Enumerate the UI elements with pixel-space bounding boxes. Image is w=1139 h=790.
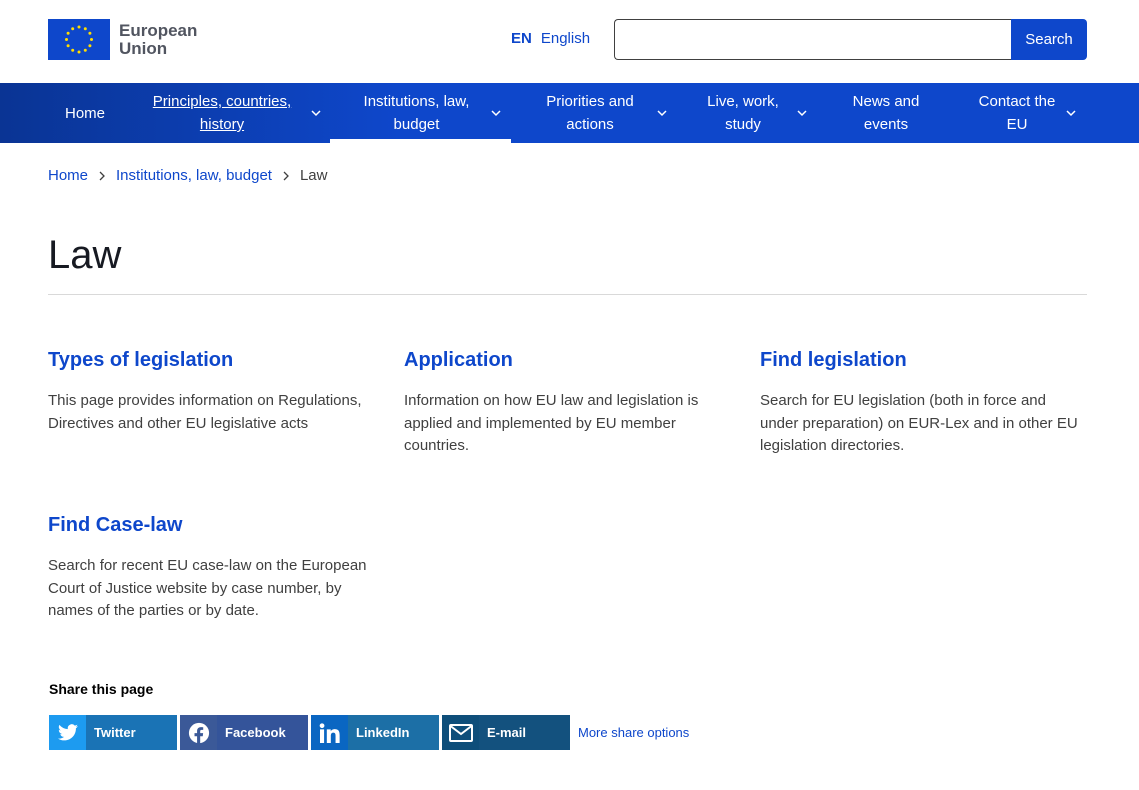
- nav-item-label: Principles, countries, history: [152, 93, 292, 133]
- nav-item-institutions[interactable]: Institutions, law, budget: [330, 83, 511, 143]
- linkedin-icon: [311, 715, 348, 750]
- email-icon: [442, 715, 479, 750]
- search-button[interactable]: Search: [1011, 19, 1087, 60]
- search-input[interactable]: [614, 19, 1011, 60]
- card-find-case-law: Find Case-law Search for recent EU case-…: [48, 513, 373, 623]
- eu-flag-icon: [48, 19, 110, 60]
- nav-item-label: Institutions, law, budget: [363, 93, 470, 133]
- nav-item-label: Live, work, study: [707, 93, 779, 133]
- chevron-down-icon: [797, 110, 807, 117]
- facebook-icon: [180, 715, 217, 750]
- nav-item-news-events[interactable]: News and events: [840, 83, 932, 143]
- card-title-link[interactable]: Application: [404, 348, 714, 372]
- chevron-right-icon: [283, 171, 289, 180]
- breadcrumb-current: Law: [299, 167, 328, 184]
- logo-text: European Union: [119, 20, 198, 58]
- search-box: Search: [614, 19, 1087, 60]
- breadcrumb-home-link[interactable]: Home: [48, 167, 88, 184]
- breadcrumb-institutions-link[interactable]: Institutions, law, budget: [116, 167, 272, 184]
- card-description: Search for EU legislation (both in force…: [760, 392, 1078, 454]
- nav-item-label: Priorities and actions: [546, 93, 634, 133]
- nav-item-live-work-study[interactable]: Live, work, study: [696, 83, 807, 143]
- share-email-button[interactable]: E-mail: [442, 715, 570, 750]
- more-share-options-link[interactable]: More share options: [578, 725, 689, 740]
- card-description: Information on how EU law and legislatio…: [404, 392, 699, 454]
- nav-item-label: News and events: [852, 93, 920, 133]
- card-types-of-legislation: Types of legislation This page provides …: [48, 348, 378, 435]
- card-description: This page provides information on Regula…: [48, 392, 362, 432]
- nav-item-contact[interactable]: Contact the EU: [968, 83, 1076, 143]
- chevron-down-icon: [311, 110, 321, 117]
- share-label: Share this page: [49, 681, 154, 697]
- share-button-label: Twitter: [94, 725, 136, 740]
- chevron-down-icon: [491, 110, 501, 117]
- nav-item-label: Home: [64, 104, 105, 122]
- nav-item-priorities[interactable]: Priorities and actions: [530, 83, 667, 143]
- breadcrumb: Home Institutions, law, budget Law: [48, 167, 327, 184]
- site-header: European Union EN English Search: [0, 0, 1139, 82]
- chevron-down-icon: [1066, 110, 1076, 117]
- eu-logo-link[interactable]: European Union: [48, 19, 197, 60]
- chevron-down-icon: [657, 110, 667, 117]
- share-button-label: Facebook: [225, 725, 286, 740]
- share-button-label: LinkedIn: [356, 725, 410, 740]
- card-title-link[interactable]: Find Case-law: [48, 513, 373, 537]
- chevron-right-icon: [99, 171, 105, 180]
- share-twitter-button[interactable]: Twitter: [49, 715, 177, 750]
- main-navigation: Home Principles, countries, history Inst…: [0, 83, 1139, 143]
- card-description: Search for recent EU case-law on the Eur…: [48, 557, 367, 619]
- card-title-link[interactable]: Find legislation: [760, 348, 1088, 372]
- language-code: EN: [511, 30, 532, 47]
- nav-item-principles[interactable]: Principles, countries, history: [142, 83, 321, 143]
- nav-item-home[interactable]: Home: [48, 83, 122, 143]
- nav-item-label: Contact the EU: [978, 93, 1056, 133]
- share-facebook-button[interactable]: Facebook: [180, 715, 308, 750]
- card-title-link[interactable]: Types of legislation: [48, 348, 378, 372]
- title-divider: [48, 294, 1087, 295]
- card-find-legislation: Find legislation Search for EU legislati…: [760, 348, 1088, 458]
- language-name: English: [540, 30, 591, 47]
- language-selector[interactable]: EN English: [511, 30, 590, 47]
- twitter-icon: [49, 715, 86, 750]
- page-title: Law: [48, 233, 122, 277]
- logo-line-2: Union: [119, 38, 168, 58]
- logo-line-1: European: [119, 20, 198, 40]
- share-button-label: E-mail: [487, 725, 527, 740]
- share-buttons: Twitter Facebook LinkedIn E-mail More sh…: [49, 715, 689, 750]
- card-application: Application Information on how EU law an…: [404, 348, 714, 458]
- share-linkedin-button[interactable]: LinkedIn: [311, 715, 439, 750]
